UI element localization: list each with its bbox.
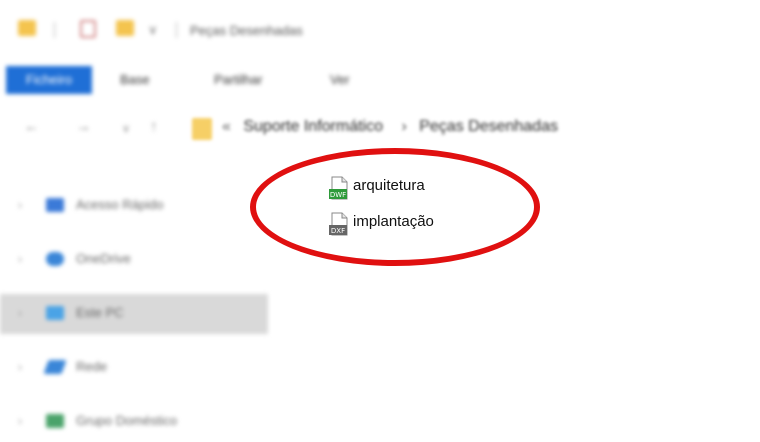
expand-arrow-icon[interactable]: › xyxy=(18,414,22,428)
new-folder-icon[interactable] xyxy=(116,20,134,36)
quick-access-dropdown-icon[interactable]: ∨ xyxy=(148,22,158,38)
expand-arrow-icon[interactable]: › xyxy=(18,306,22,320)
computer-icon xyxy=(46,306,64,320)
expand-arrow-icon[interactable]: › xyxy=(18,198,22,212)
sidebar-item-homegroup[interactable]: › Grupo Doméstico xyxy=(0,402,268,442)
tab-file[interactable]: Ficheiro xyxy=(6,66,92,94)
forward-icon[interactable]: → xyxy=(76,118,91,135)
breadcrumb-item-current[interactable]: Peças Desenhadas xyxy=(419,118,558,135)
sidebar-item-label: OneDrive xyxy=(76,251,131,266)
breadcrumb-chevron-icon[interactable]: › xyxy=(401,118,406,135)
toolbar-separator xyxy=(54,22,55,38)
sidebar-item-this-pc[interactable]: › Este PC xyxy=(0,294,268,334)
title-separator xyxy=(176,22,177,38)
sidebar-item-network[interactable]: › Rede xyxy=(0,348,268,388)
breadcrumb-overflow[interactable]: « xyxy=(222,118,231,135)
dxf-file-icon: DXF xyxy=(329,212,348,236)
file-name[interactable]: arquitetura xyxy=(353,177,425,194)
sidebar-item-quick-access[interactable]: › Acesso Rápido xyxy=(0,186,268,226)
title-bar: ∨ Peças Desenhadas xyxy=(0,0,760,62)
network-icon xyxy=(43,360,67,374)
navigation-pane: › Acesso Rápido › OneDrive › Este PC › R… xyxy=(0,160,268,432)
expand-arrow-icon[interactable]: › xyxy=(18,360,22,374)
tab-home[interactable]: Base xyxy=(120,72,150,87)
properties-icon[interactable] xyxy=(80,20,96,38)
highlight-ellipse xyxy=(250,148,540,266)
folder-icon xyxy=(18,20,36,36)
star-icon xyxy=(46,198,64,212)
file-name[interactable]: implantação xyxy=(353,213,434,230)
tab-view[interactable]: Ver xyxy=(330,72,350,87)
sidebar-item-label: Grupo Doméstico xyxy=(76,413,178,428)
tab-share[interactable]: Partilhar xyxy=(214,72,262,87)
sidebar-item-label: Acesso Rápido xyxy=(76,197,164,212)
back-icon[interactable]: ← xyxy=(24,118,39,135)
breadcrumb-item[interactable]: Suporte Informático xyxy=(243,118,383,135)
up-icon[interactable]: ↑ xyxy=(150,118,158,135)
file-type-label: DXF xyxy=(331,227,345,235)
address-bar: ← → ∨ ↑ « Suporte Informático › Peças De… xyxy=(0,100,760,160)
recent-locations-icon[interactable]: ∨ xyxy=(122,122,130,135)
sidebar-item-onedrive[interactable]: › OneDrive xyxy=(0,240,268,280)
sidebar-item-label: Rede xyxy=(76,359,108,374)
sidebar-item-label: Este PC xyxy=(76,305,124,320)
expand-arrow-icon[interactable]: › xyxy=(18,252,22,266)
window-title: Peças Desenhadas xyxy=(190,23,303,38)
cloud-icon xyxy=(46,252,64,266)
folder-icon xyxy=(192,118,212,140)
breadcrumb[interactable]: « Suporte Informático › Peças Desenhadas xyxy=(222,118,566,136)
file-type-label: DWF xyxy=(330,191,346,199)
dwf-file-icon: DWF xyxy=(329,176,348,200)
homegroup-icon xyxy=(46,414,64,428)
ribbon-tabs: Ficheiro Base Partilhar Ver xyxy=(0,62,760,100)
